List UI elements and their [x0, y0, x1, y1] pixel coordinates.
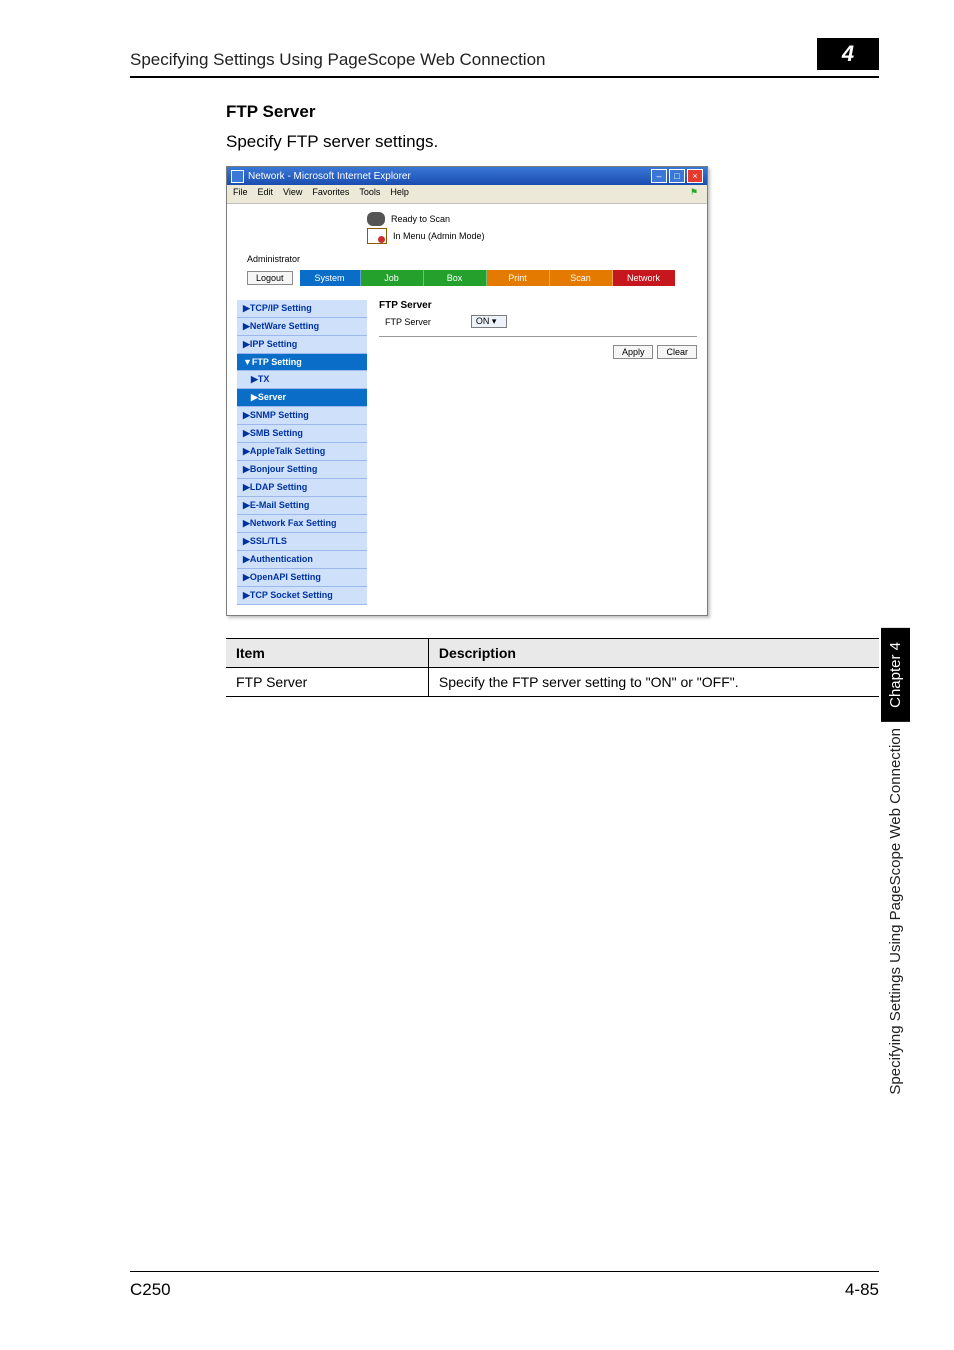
- tab-print[interactable]: Print: [487, 270, 550, 286]
- tab-network[interactable]: Network: [613, 270, 675, 286]
- ftp-server-label: FTP Server: [385, 317, 431, 327]
- sidebar-item[interactable]: ▶SNMP Setting: [237, 407, 367, 425]
- menubar: File Edit View Favorites Tools Help ⚑: [227, 185, 707, 204]
- admin-mode-icon: [367, 228, 387, 244]
- admin-label: Administrator: [247, 254, 697, 264]
- sidebar-item[interactable]: ▶OpenAPI Setting: [237, 569, 367, 587]
- sidebar-item[interactable]: ▼FTP Setting: [237, 354, 367, 371]
- sidebar-item[interactable]: ▶NetWare Setting: [237, 318, 367, 336]
- running-header: Specifying Settings Using PageScope Web …: [130, 38, 879, 78]
- maximize-button[interactable]: □: [669, 169, 685, 183]
- chapter-label-vertical: Chapter 4: [881, 628, 910, 722]
- pane-title: FTP Server: [379, 300, 697, 311]
- sidebar-item[interactable]: ▶E-Mail Setting: [237, 497, 367, 515]
- settings-sidebar: ▶TCP/IP Setting▶NetWare Setting▶IPP Sett…: [237, 300, 367, 605]
- tab-job[interactable]: Job: [361, 270, 424, 286]
- sidebar-item[interactable]: ▶Bonjour Setting: [237, 461, 367, 479]
- apply-button[interactable]: Apply: [613, 345, 654, 359]
- sidebar-item[interactable]: ▶Network Fax Setting: [237, 515, 367, 533]
- nav-tabs: System Job Box Print Scan Network: [300, 270, 675, 286]
- th-desc: Description: [428, 639, 879, 668]
- chapter-number-chip: 4: [817, 38, 879, 70]
- menu-favorites[interactable]: Favorites: [312, 187, 349, 201]
- ftp-server-select[interactable]: ON ▾: [471, 315, 508, 328]
- page-footer: C250 4-85: [130, 1271, 879, 1300]
- titlebar: Network - Microsoft Internet Explorer – …: [227, 167, 707, 185]
- tab-scan[interactable]: Scan: [550, 270, 613, 286]
- clear-button[interactable]: Clear: [657, 345, 697, 359]
- sidebar-item[interactable]: ▶LDAP Setting: [237, 479, 367, 497]
- menu-view[interactable]: View: [283, 187, 302, 201]
- section-heading: FTP Server: [226, 102, 879, 122]
- sidebar-item[interactable]: ▶TCP Socket Setting: [237, 587, 367, 605]
- running-title-vertical: Specifying Settings Using PageScope Web …: [887, 728, 904, 1095]
- body-column: FTP Server Specify FTP server settings. …: [226, 102, 879, 697]
- sidebar-item[interactable]: ▶SSL/TLS: [237, 533, 367, 551]
- screenshot-window: Network - Microsoft Internet Explorer – …: [226, 166, 708, 616]
- footer-model: C250: [130, 1280, 171, 1300]
- side-tab: Chapter 4 Specifying Settings Using Page…: [881, 628, 910, 1095]
- sidebar-item[interactable]: ▶IPP Setting: [237, 336, 367, 354]
- sidebar-item[interactable]: ▶Authentication: [237, 551, 367, 569]
- cell-item: FTP Server: [226, 668, 428, 697]
- window-title: Network - Microsoft Internet Explorer: [248, 171, 651, 182]
- sidebar-item[interactable]: ▶SMB Setting: [237, 425, 367, 443]
- ie-flag-icon: ⚑: [687, 187, 701, 201]
- spec-table: Item Description FTP ServerSpecify the F…: [226, 638, 879, 697]
- document-page: Specifying Settings Using PageScope Web …: [0, 0, 954, 1350]
- tab-box[interactable]: Box: [424, 270, 487, 286]
- minimize-button[interactable]: –: [651, 169, 667, 183]
- th-item: Item: [226, 639, 428, 668]
- logout-button[interactable]: Logout: [247, 271, 293, 285]
- menu-tools[interactable]: Tools: [359, 187, 380, 201]
- ie-icon: [231, 170, 244, 183]
- sidebar-item[interactable]: ▶TCP/IP Setting: [237, 300, 367, 318]
- menu-file[interactable]: File: [233, 187, 248, 201]
- running-title: Specifying Settings Using PageScope Web …: [130, 50, 799, 70]
- content-pane: FTP Server FTP Server ON ▾ Apply Clear: [379, 300, 697, 605]
- tab-system[interactable]: System: [300, 270, 361, 286]
- table-row: FTP ServerSpecify the FTP server setting…: [226, 668, 879, 697]
- menu-help[interactable]: Help: [390, 187, 409, 201]
- footer-page-number: 4-85: [845, 1280, 879, 1300]
- close-button[interactable]: ×: [687, 169, 703, 183]
- cell-desc: Specify the FTP server setting to "ON" o…: [428, 668, 879, 697]
- sidebar-item[interactable]: ▶TX: [237, 371, 367, 389]
- printer-icon: [367, 212, 385, 226]
- status-secondary: In Menu (Admin Mode): [393, 231, 485, 241]
- menu-edit[interactable]: Edit: [258, 187, 274, 201]
- status-primary: Ready to Scan: [391, 214, 450, 224]
- sidebar-item[interactable]: ▶Server: [237, 389, 367, 407]
- sidebar-item[interactable]: ▶AppleTalk Setting: [237, 443, 367, 461]
- section-lead: Specify FTP server settings.: [226, 132, 879, 152]
